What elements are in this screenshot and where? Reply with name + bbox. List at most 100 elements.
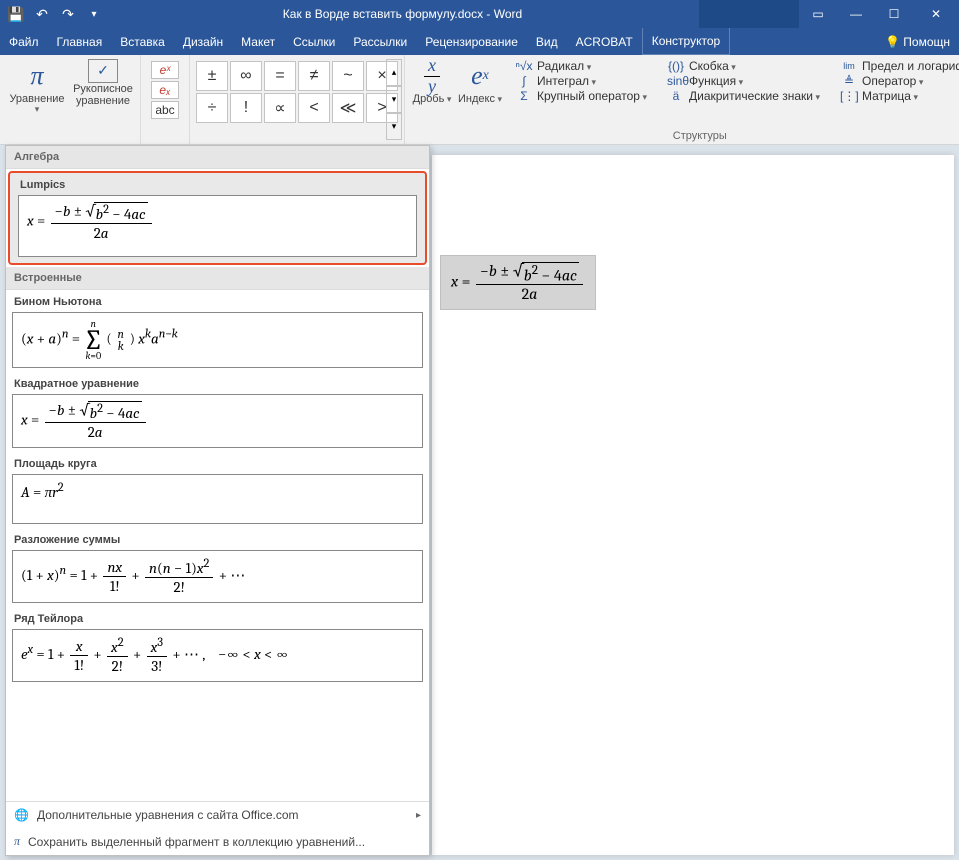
office-icon: 🌐 xyxy=(14,808,29,822)
function-button[interactable]: sinθФункция xyxy=(663,74,824,88)
gallery-item-lumpics-highlight: Lumpics x = −b ± b2 − 4ac2a xyxy=(8,171,427,265)
gallery-footer: 🌐 Дополнительные уравнения с сайта Offic… xyxy=(6,801,429,855)
minimize-button[interactable]: — xyxy=(837,0,875,28)
tab-file[interactable]: Файл xyxy=(0,28,48,55)
equation-button[interactable]: π Уравнение ▾ xyxy=(4,57,70,115)
gallery-item-sum-label: Разложение суммы xyxy=(6,528,429,546)
save-to-gallery[interactable]: π Сохранить выделенный фрагмент в коллек… xyxy=(6,828,429,855)
maximize-button[interactable]: ☐ xyxy=(875,0,913,28)
undo-icon[interactable]: ↶ xyxy=(30,2,54,26)
normal-text-button[interactable]: abc xyxy=(151,101,179,119)
gallery-item-quadratic[interactable]: x = −b ± b2 − 4ac2a xyxy=(12,394,423,448)
matrix-button[interactable]: [⋮]Матрица xyxy=(836,89,959,103)
bulb-icon: 💡 xyxy=(885,35,900,49)
symbols-scroll-down[interactable]: ▾ xyxy=(386,86,402,113)
redo-icon[interactable]: ↷ xyxy=(56,2,80,26)
gallery-item-binom-label: Бином Ньютона xyxy=(6,290,429,308)
symbol-ll[interactable]: ≪ xyxy=(332,93,364,123)
tab-acrobat[interactable]: ACROBAT xyxy=(567,28,642,55)
matrix-icon: [⋮] xyxy=(840,89,858,103)
gallery-header-algebra: Алгебра xyxy=(6,146,429,169)
symbol-fact[interactable]: ! xyxy=(230,93,262,123)
equation-in-document[interactable]: x = −b ± b2 − 4ac2a xyxy=(440,255,596,310)
more-equations-office[interactable]: 🌐 Дополнительные уравнения с сайта Offic… xyxy=(6,802,429,828)
tab-layout[interactable]: Макет xyxy=(232,28,284,55)
title-bar: 💾 ↶ ↷ ▾ Как в Ворде вставить формулу.doc… xyxy=(0,0,959,28)
linear-icon[interactable]: eₓ xyxy=(151,81,179,99)
tab-home[interactable]: Главная xyxy=(48,28,112,55)
gallery-item-lumpics-label: Lumpics xyxy=(12,175,423,191)
gallery-item-circle-label: Площадь круга xyxy=(6,452,429,470)
symbol-neq[interactable]: ≠ xyxy=(298,61,330,91)
ink-equation-button[interactable]: ✓ Рукописное уравнение xyxy=(70,57,136,115)
script-icon: ex xyxy=(471,59,489,93)
gallery-header-builtin: Встроенные xyxy=(6,267,429,290)
symbol-lt[interactable]: < xyxy=(298,93,330,123)
account-placeholder[interactable] xyxy=(699,0,799,28)
tell-me-search[interactable]: 💡 Помощн xyxy=(885,35,950,49)
tab-view[interactable]: Вид xyxy=(527,28,567,55)
accent-icon: ä xyxy=(667,89,685,103)
lim-icon: lim xyxy=(840,61,858,71)
radical-icon: ⁿ√x xyxy=(515,59,533,73)
gallery-item-sum[interactable]: (1 + x)n = 1 + nx1! + n(n − 1)x22! + ⋯ xyxy=(12,550,423,603)
gallery-item-taylor-label: Ряд Тейлора xyxy=(6,607,429,625)
gallery-item-circle[interactable]: A = πr2 xyxy=(12,474,423,524)
gallery-item-binom[interactable]: (x + a)n = n∑k=0 (nk) xkan−k xyxy=(12,312,423,368)
symbols-expand[interactable]: ▾ xyxy=(386,113,402,140)
gallery-scroll[interactable]: Lumpics x = −b ± b2 − 4ac2a Встроенные Б… xyxy=(6,169,429,801)
fraction-icon: xy xyxy=(422,59,442,93)
fraction-button[interactable]: xy Дробь xyxy=(409,57,455,105)
symbol-pm[interactable]: ± xyxy=(196,61,228,91)
ribbon-tabs: Файл Главная Вставка Дизайн Макет Ссылки… xyxy=(0,28,959,55)
equation-gallery: Алгебра Lumpics x = −b ± b2 − 4ac2a Встр… xyxy=(5,145,430,856)
group-tools: π Уравнение ▾ ✓ Рукописное уравнение xyxy=(0,55,141,144)
operator-icon: ≜ xyxy=(840,74,858,88)
gallery-item-quadratic-label: Квадратное уравнение xyxy=(6,372,429,390)
integral-icon: ∫ xyxy=(515,74,533,88)
tab-mailings[interactable]: Рассылки xyxy=(344,28,416,55)
group-structures: xy Дробь ex Индекс ⁿ√xРадикал ∫Интеграл … xyxy=(405,55,959,144)
window-controls: ▭ — ☐ ✕ xyxy=(699,0,955,28)
save-icon[interactable]: 💾 xyxy=(4,2,28,26)
large-operator-button[interactable]: ΣКрупный оператор xyxy=(511,89,651,103)
symbol-tilde[interactable]: ~ xyxy=(332,61,364,91)
group-conversion: eˣ eₓ abc xyxy=(141,55,190,144)
gallery-item-taylor[interactable]: ex = 1 + x1! + x22! + x33! + ⋯ , −∞ < x … xyxy=(12,629,423,682)
symbol-div[interactable]: ÷ xyxy=(196,93,228,123)
document-page[interactable]: x = −b ± b2 − 4ac2a xyxy=(432,155,954,855)
bracket-icon: {()} xyxy=(667,59,685,73)
gallery-item-lumpics[interactable]: x = −b ± b2 − 4ac2a xyxy=(18,195,417,257)
operator-button[interactable]: ≜Оператор xyxy=(836,74,959,88)
tab-design[interactable]: Дизайн xyxy=(174,28,232,55)
dropdown-icon: ▾ xyxy=(35,105,40,115)
pi-icon: π xyxy=(30,59,43,93)
qat-customize-icon[interactable]: ▾ xyxy=(82,2,106,26)
close-button[interactable]: ✕ xyxy=(917,0,955,28)
tab-equation-design[interactable]: Конструктор xyxy=(642,28,730,55)
ribbon-options-icon[interactable]: ▭ xyxy=(799,0,837,28)
structures-group-label: Структуры xyxy=(405,129,959,142)
symbol-inf[interactable]: ∞ xyxy=(230,61,262,91)
quick-access-toolbar: 💾 ↶ ↷ ▾ xyxy=(4,2,106,26)
tab-insert[interactable]: Вставка xyxy=(111,28,174,55)
radical-button[interactable]: ⁿ√xРадикал xyxy=(511,59,651,73)
accent-button[interactable]: äДиакритические знаки xyxy=(663,89,824,103)
symbol-eq[interactable]: = xyxy=(264,61,296,91)
pi-save-icon: π xyxy=(14,834,20,849)
tab-references[interactable]: Ссылки xyxy=(284,28,344,55)
integral-button[interactable]: ∫Интеграл xyxy=(511,74,651,88)
symbol-prop[interactable]: ∝ xyxy=(264,93,296,123)
symbols-scroll-up[interactable]: ▴ xyxy=(386,59,402,86)
bracket-button[interactable]: {()}Скобка xyxy=(663,59,824,73)
tab-review[interactable]: Рецензирование xyxy=(416,28,527,55)
professional-icon[interactable]: eˣ xyxy=(151,61,179,79)
ink-icon: ✓ xyxy=(88,59,118,83)
limit-log-button[interactable]: limПредел и логарифм xyxy=(836,59,959,73)
group-symbols: ± ∞ = ≠ ~ × ÷ ! ∝ < ≪ > ▴ ▾ ▾ xyxy=(190,55,405,144)
script-button[interactable]: ex Индекс xyxy=(455,57,505,105)
window-title: Как в Ворде вставить формулу.docx - Word xyxy=(106,7,699,21)
function-icon: sinθ xyxy=(667,74,685,88)
sum-icon: Σ xyxy=(515,89,533,103)
chevron-right-icon: ▸ xyxy=(416,810,421,821)
